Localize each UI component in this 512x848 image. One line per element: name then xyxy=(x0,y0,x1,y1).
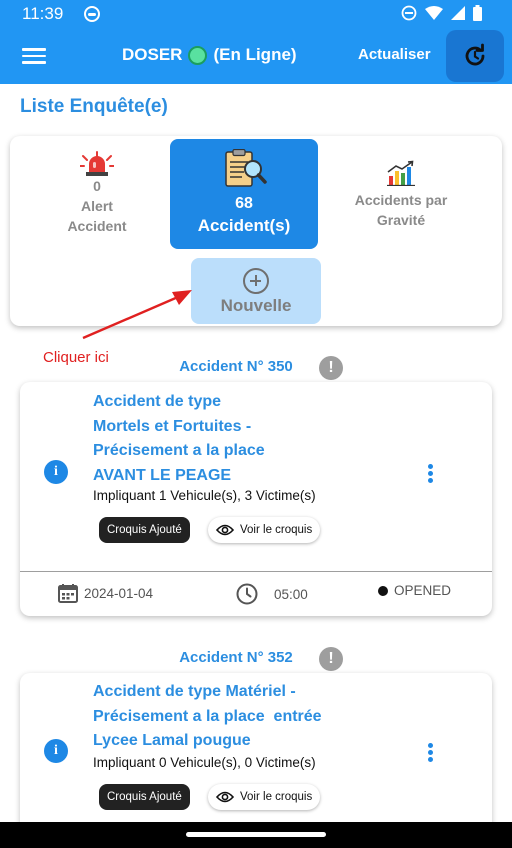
app-screen: 11:39 DOSER (En Ligne) Actualiser Liste … xyxy=(0,0,512,848)
refresh-button[interactable] xyxy=(446,30,504,82)
accident-title: Accident de type Matériel - Précisement … xyxy=(93,680,322,754)
accident-header: Accident N° 350 xyxy=(0,358,512,375)
warning-icon[interactable]: ! xyxy=(319,647,343,671)
app-title-status: (En Ligne) xyxy=(213,45,297,64)
eye-icon xyxy=(216,791,234,803)
accident-date-text: 2024-01-04 xyxy=(84,585,154,601)
app-title-main: DOSER xyxy=(122,45,183,64)
signal-icon xyxy=(451,6,465,20)
system-nav-bar xyxy=(0,822,512,848)
app-bar: DOSER (En Ligne) Actualiser xyxy=(0,28,512,84)
new-button-label: Nouvelle xyxy=(220,296,292,315)
accident-title-line: Précisement a la place xyxy=(93,442,265,459)
accident-date: 2024-01-04 xyxy=(58,583,153,603)
accident-number: Accident N° 350 xyxy=(179,358,293,375)
info-icon[interactable]: i xyxy=(44,739,68,763)
view-sketch-button[interactable]: Voir le croquis xyxy=(208,517,321,543)
accident-title-line: Mortels et Fortuites - xyxy=(93,417,252,435)
accident-title-line: Lycee Lamal pougue xyxy=(93,732,251,749)
gravite-label-line1: Accidents par xyxy=(354,192,448,208)
bar-chart-icon xyxy=(387,160,415,186)
view-sketch-button[interactable]: Voir le croquis xyxy=(208,784,321,810)
menu-icon[interactable] xyxy=(22,44,50,68)
clipboard-search-icon xyxy=(225,149,267,187)
gravite-stat[interactable]: Accidents par Gravité xyxy=(340,160,462,230)
status-bar: 11:39 xyxy=(0,0,512,28)
accident-card[interactable]: i Accident de type Mortels et Fortuites … xyxy=(20,382,492,616)
accident-title-line: Accident de type Matériel - xyxy=(93,683,296,700)
accident-footer: 2024-01-04 05:00 OPENED xyxy=(20,571,492,617)
home-gesture-handle[interactable] xyxy=(186,832,326,837)
battery-icon xyxy=(473,5,482,21)
info-icon[interactable]: i xyxy=(44,460,68,484)
clock-icon xyxy=(236,583,258,605)
accidents-count: 68 xyxy=(235,195,253,212)
accidents-count-tile[interactable]: 68 Accident(s) xyxy=(170,139,318,249)
view-sketch-label: Voir le croquis xyxy=(240,791,313,803)
accidents-label: Accident(s) xyxy=(197,216,291,235)
warning-icon[interactable]: ! xyxy=(319,356,343,380)
plus-circle-icon xyxy=(243,268,269,294)
accident-title-line: Accident de type xyxy=(93,393,222,410)
accident-header: Accident N° 352 xyxy=(0,649,512,666)
more-vert-icon[interactable] xyxy=(424,462,436,484)
sketch-added-chip: Croquis Ajouté xyxy=(99,784,190,810)
eye-icon xyxy=(216,524,234,536)
online-status-dot xyxy=(188,45,208,65)
wifi-icon xyxy=(425,6,443,20)
accident-title-line: AVANT LE PEAGE xyxy=(93,466,232,484)
sketch-added-chip: Croquis Ajouté xyxy=(99,517,190,543)
more-vert-icon[interactable] xyxy=(424,741,436,763)
app-title: DOSER (En Ligne) xyxy=(122,45,297,65)
summary-card: 0 Alert Accident 68 Accident(s) Accident… xyxy=(10,136,502,326)
accident-meta: Impliquant 1 Vehicule(s), 3 Victime(s) xyxy=(93,488,316,503)
alert-label-line1: Alert xyxy=(81,198,113,214)
status-dot xyxy=(378,585,388,596)
accident-meta: Impliquant 0 Vehicule(s), 0 Victime(s) xyxy=(93,755,316,770)
status-time: 11:39 xyxy=(22,4,64,23)
page-title: Liste Enquête(e) xyxy=(20,96,168,117)
accident-number: Accident N° 352 xyxy=(179,649,293,666)
refresh-icon xyxy=(465,43,485,66)
accident-title-line: Précisement a la place entrée xyxy=(93,707,322,725)
accident-time: 05:00 xyxy=(236,583,308,605)
status-icons xyxy=(401,5,482,21)
accident-time-text: 05:00 xyxy=(274,586,308,602)
accident-title: Accident de type Mortels et Fortuites - … xyxy=(93,390,265,488)
alert-count: 0 xyxy=(93,178,101,194)
siren-icon xyxy=(80,151,114,176)
accident-status-text: OPENED xyxy=(394,583,452,598)
refresh-label[interactable]: Actualiser xyxy=(358,46,431,63)
accident-card[interactable]: i Accident de type Matériel - Précisemen… xyxy=(20,673,492,843)
calendar-icon xyxy=(58,584,78,603)
alert-label-line2: Accident xyxy=(67,218,127,234)
accident-status: OPENED xyxy=(378,583,451,598)
dnd-icon xyxy=(401,5,417,21)
view-sketch-label: Voir le croquis xyxy=(240,524,313,536)
new-accident-button[interactable]: Nouvelle xyxy=(191,258,321,324)
alert-accident-stat[interactable]: 0 Alert Accident xyxy=(42,148,152,236)
notification-icon xyxy=(84,6,100,22)
gravite-label-line2: Gravité xyxy=(376,212,426,228)
